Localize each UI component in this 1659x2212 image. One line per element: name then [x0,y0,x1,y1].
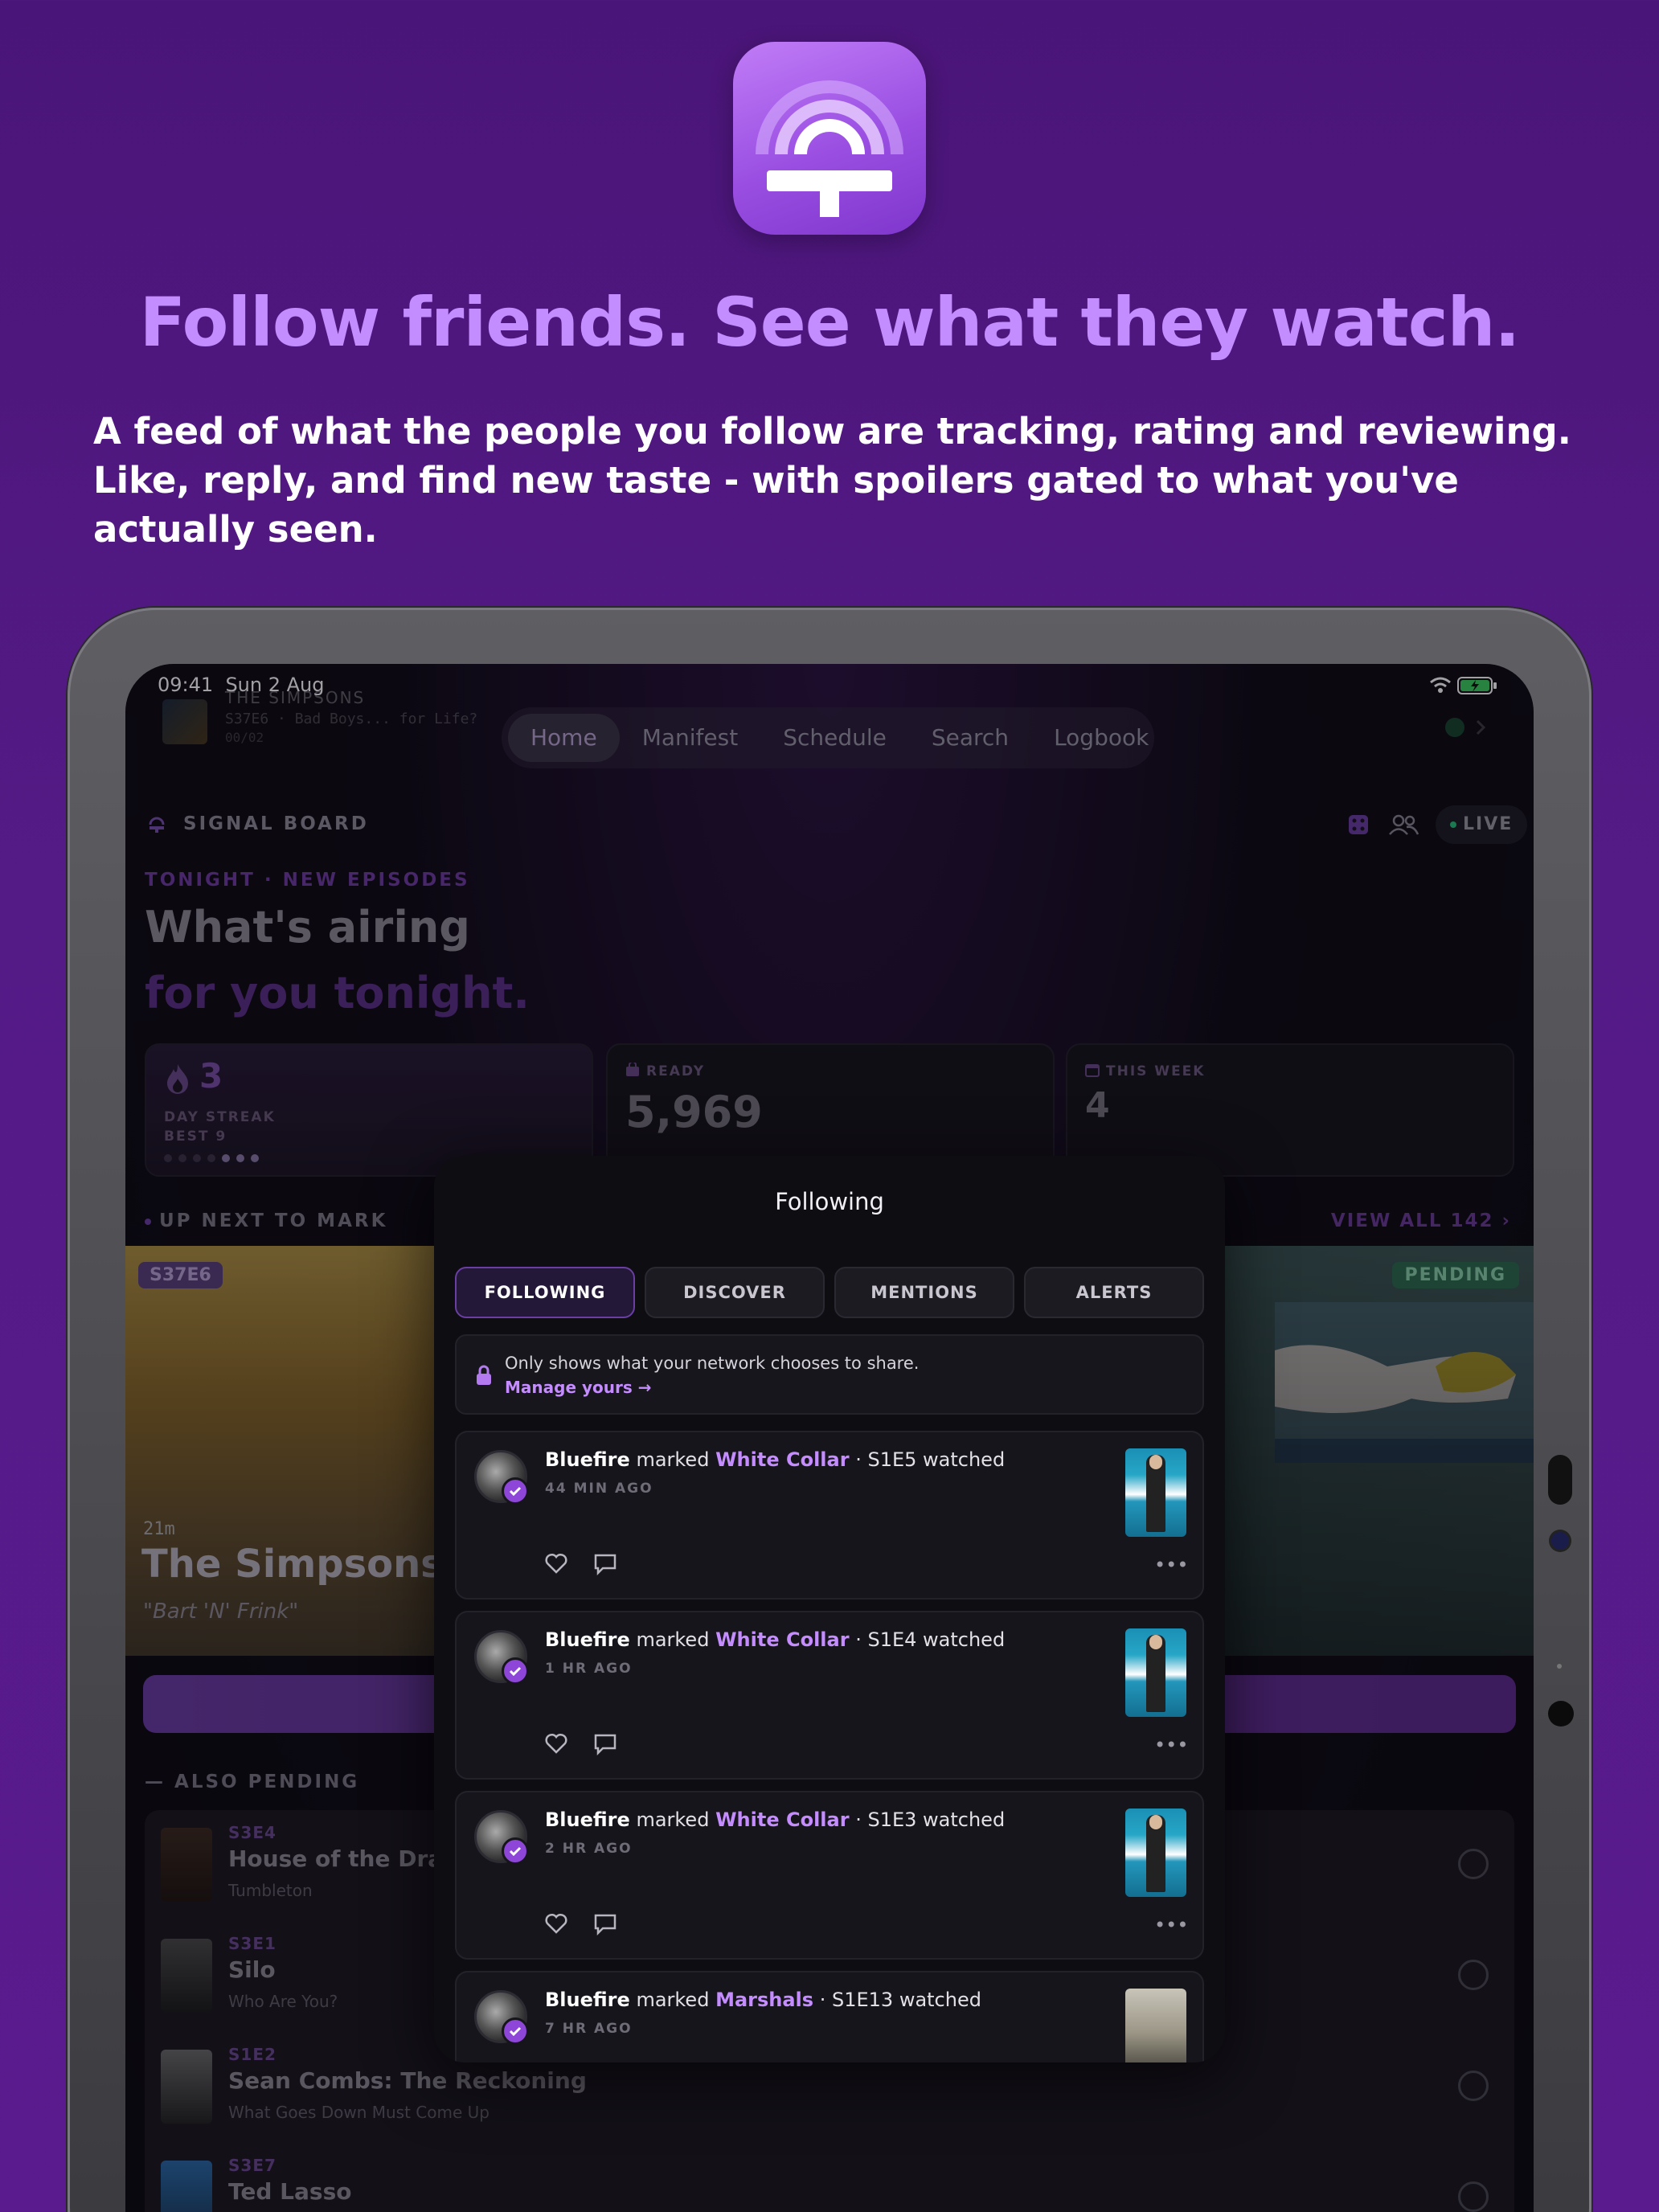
feed-user[interactable]: Bluefire [545,1809,630,1831]
feed-item[interactable]: Bluefire marked Marshals · S1E13 watched… [455,1971,1204,2062]
verified-check-icon [502,1657,529,1685]
verified-check-icon [502,1477,529,1505]
tab-discover[interactable]: DISCOVER [645,1267,825,1318]
device-mic [1557,1664,1562,1669]
more-options-icon[interactable]: ••• [1154,1735,1188,1755]
activity-text: Bluefire marked Marshals · S1E13 watched [545,1989,981,2011]
activity-text: Bluefire marked White Collar · S1E4 watc… [545,1628,1006,1651]
feed-timestamp: 1 HR AGO [545,1661,633,1677]
tab-alerts[interactable]: ALERTS [1024,1267,1204,1318]
show-poster[interactable] [1125,1628,1186,1717]
app-logo-icon [733,42,926,235]
feed-item[interactable]: Bluefire marked White Collar · S1E4 watc… [455,1611,1204,1780]
verified-check-icon [502,1837,529,1865]
device-camera [1548,1455,1572,1505]
feed-item[interactable]: Bluefire marked White Collar · S1E5 watc… [455,1431,1204,1600]
subhead: A feed of what the people you follow are… [93,410,1571,551]
feed-timestamp: 7 HR AGO [545,2021,633,2037]
heart-icon[interactable] [545,1733,567,1754]
feed-item[interactable]: Bluefire marked White Collar · S1E3 watc… [455,1791,1204,1960]
privacy-text: Only shows what your network chooses to … [505,1354,920,1373]
activity-text: Bluefire marked White Collar · S1E3 watc… [545,1809,1006,1831]
feed-show-link[interactable]: Marshals [715,1989,813,2011]
sheet-title: Following [775,1188,884,1215]
show-poster[interactable] [1125,1989,1186,2062]
heart-icon[interactable] [545,1913,567,1934]
feed-user[interactable]: Bluefire [545,1628,630,1651]
feed-user[interactable]: Bluefire [545,1448,630,1471]
tab-mentions[interactable]: MENTIONS [834,1267,1014,1318]
feed-show-link[interactable]: White Collar [715,1628,849,1651]
headline: Follow friends. See what they watch. [139,283,1521,362]
activity-text: Bluefire marked White Collar · S1E5 watc… [545,1448,1006,1471]
show-poster[interactable] [1125,1448,1186,1537]
comment-icon[interactable] [593,1733,617,1755]
feed-user[interactable]: Bluefire [545,1989,630,2011]
feed-tabs: FOLLOWING DISCOVER MENTIONS ALERTS [455,1267,1204,1318]
feed-timestamp: 44 MIN AGO [545,1481,653,1497]
more-options-icon[interactable]: ••• [1154,1555,1188,1575]
feed-timestamp: 2 HR AGO [545,1841,633,1857]
device-sensor [1551,1532,1569,1550]
feed-show-link[interactable]: White Collar [715,1809,849,1831]
app-screen: 09:41 Sun 2 Aug THE SIMPSONS S37E6 · Bad… [125,664,1534,2212]
show-poster[interactable] [1125,1809,1186,1897]
comment-icon[interactable] [593,1553,617,1575]
device-button [1548,1701,1574,1727]
lock-icon [477,1365,491,1385]
privacy-notice: Only shows what your network chooses to … [455,1334,1204,1415]
comment-icon[interactable] [593,1913,617,1936]
feed-show-link[interactable]: White Collar [715,1448,849,1471]
verified-check-icon [502,2017,529,2045]
manage-sharing-link[interactable]: Manage yours → [505,1378,651,1397]
more-options-icon[interactable]: ••• [1154,1915,1188,1935]
tab-following[interactable]: FOLLOWING [455,1267,635,1318]
following-sheet: Following FOLLOWING DISCOVER MENTIONS AL… [434,1156,1225,2062]
heart-icon[interactable] [545,1553,567,1574]
